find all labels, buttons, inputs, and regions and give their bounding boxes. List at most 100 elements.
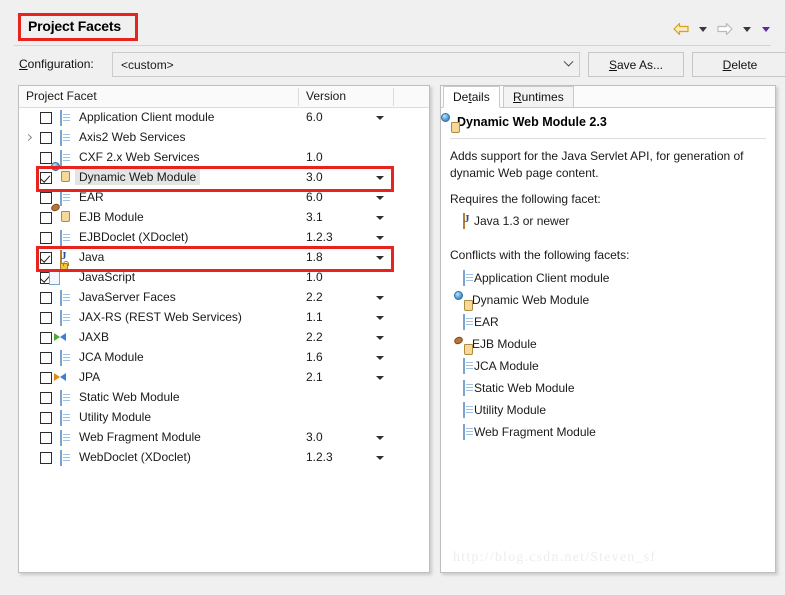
version-dropdown-icon[interactable] [376, 196, 384, 200]
table-row[interactable]: JCA Module 1.6 [19, 348, 429, 368]
facet-version[interactable]: 3.0 [306, 430, 323, 444]
facet-name[interactable]: EJBDoclet (XDoclet) [79, 230, 188, 244]
tab-runtimes[interactable]: Runtimes [503, 86, 574, 108]
facet-checkbox[interactable] [40, 112, 52, 124]
table-row[interactable]: JPA 2.1 [19, 368, 429, 388]
back-arrow-icon[interactable] [671, 20, 691, 38]
facet-checkbox[interactable] [40, 352, 52, 364]
facet-checkbox[interactable] [40, 292, 52, 304]
facet-checkbox[interactable] [40, 372, 52, 384]
table-row[interactable]: JAXB 2.2 [19, 328, 429, 348]
table-row[interactable]: JavaScript 1.0 [19, 261, 429, 288]
facet-version[interactable]: 3.1 [306, 210, 323, 224]
facet-name[interactable]: WebDoclet (XDoclet) [79, 450, 191, 464]
facet-name[interactable]: Web Fragment Module [79, 430, 201, 444]
facet-version[interactable]: 1.6 [306, 350, 323, 364]
facet-name[interactable]: Axis2 Web Services [79, 130, 185, 144]
document-icon [60, 230, 74, 246]
version-dropdown-icon[interactable] [376, 316, 384, 320]
facet-version[interactable]: 1.1 [306, 310, 323, 324]
configuration-select[interactable]: <custom> [112, 52, 580, 77]
table-row[interactable]: EJB Module 3.1 [19, 202, 429, 228]
table-row[interactable]: JavaServer Faces 2.2 [19, 288, 429, 308]
facet-version[interactable]: 6.0 [306, 190, 323, 204]
version-dropdown-icon[interactable] [376, 236, 384, 240]
chevron-down-icon[interactable] [557, 56, 579, 68]
table-row[interactable]: EAR 6.0 [19, 188, 429, 208]
version-dropdown-icon[interactable] [376, 216, 384, 220]
version-dropdown-icon[interactable] [376, 456, 384, 460]
forward-history-dropdown-icon[interactable] [740, 20, 754, 38]
save-as-button[interactable]: Save As... [588, 52, 684, 77]
facet-version[interactable]: 2.2 [306, 290, 323, 304]
expand-arrow-icon[interactable] [24, 133, 35, 143]
facet-version[interactable]: 1.0 [306, 270, 323, 284]
facet-name[interactable]: JCA Module [79, 350, 144, 364]
facet-name[interactable]: Static Web Module [79, 390, 180, 404]
version-dropdown-icon[interactable] [376, 176, 384, 180]
facet-checkbox[interactable] [40, 432, 52, 444]
table-row[interactable]: JAX-RS (REST Web Services) 1.1 [19, 308, 429, 328]
facet-checkbox[interactable] [40, 152, 52, 164]
version-dropdown-icon[interactable] [376, 116, 384, 120]
table-row[interactable]: Utility Module [19, 408, 429, 428]
facet-name[interactable]: Dynamic Web Module [75, 169, 201, 185]
facet-version[interactable]: 2.1 [306, 370, 323, 384]
version-dropdown-icon[interactable] [376, 376, 384, 380]
table-row[interactable]: WebDoclet (XDoclet) 1.2.3 [19, 448, 429, 468]
facet-name[interactable]: JAX-RS (REST Web Services) [79, 310, 242, 324]
table-row[interactable]: Application Client module 6.0 [19, 108, 429, 128]
forward-arrow-icon[interactable] [715, 20, 735, 38]
document-icon [60, 130, 74, 146]
table-row[interactable]: EJBDoclet (XDoclet) 1.2.3 [19, 228, 429, 248]
facet-checkbox[interactable] [40, 452, 52, 464]
facet-version[interactable]: 1.8 [306, 250, 323, 264]
back-history-dropdown-icon[interactable] [696, 20, 710, 38]
version-dropdown-icon[interactable] [376, 256, 384, 260]
version-dropdown-icon[interactable] [376, 356, 384, 360]
facet-name[interactable]: JAXB [79, 330, 109, 344]
facet-checkbox[interactable] [40, 192, 52, 204]
table-row[interactable]: CXF 2.x Web Services 1.0 [19, 148, 429, 168]
facet-checkbox[interactable] [40, 412, 52, 424]
facet-name[interactable]: CXF 2.x Web Services [79, 150, 199, 164]
table-row[interactable]: Static Web Module [19, 388, 429, 408]
facet-name[interactable]: Utility Module [79, 410, 151, 424]
view-menu-dropdown-icon[interactable] [759, 20, 773, 38]
table-row[interactable]: Java 1.8 [19, 248, 429, 268]
facet-name[interactable]: JavaScript [79, 270, 135, 284]
facet-name[interactable]: JPA [79, 370, 100, 384]
table-row[interactable]: Dynamic Web Module 3.0 [19, 162, 429, 188]
tab-details[interactable]: Details [443, 86, 500, 108]
facet-name[interactable]: EAR [79, 190, 104, 204]
column-header-project-facet[interactable]: Project Facet [26, 89, 97, 103]
facet-version[interactable]: 1.2.3 [306, 450, 333, 464]
facet-version[interactable]: 6.0 [306, 110, 323, 124]
facet-version[interactable]: 3.0 [306, 170, 323, 184]
version-dropdown-icon[interactable] [376, 336, 384, 340]
facet-checkbox[interactable] [40, 312, 52, 324]
facet-checkbox[interactable] [40, 212, 52, 224]
table-row[interactable]: Web Fragment Module 3.0 [19, 428, 429, 448]
facet-version[interactable]: 1.2.3 [306, 230, 333, 244]
facet-name[interactable]: JavaServer Faces [79, 290, 176, 304]
version-dropdown-icon[interactable] [376, 436, 384, 440]
column-divider[interactable] [298, 88, 299, 106]
facet-checkbox[interactable] [40, 252, 52, 264]
table-row[interactable]: Axis2 Web Services [19, 128, 429, 148]
column-divider[interactable] [393, 88, 394, 106]
facet-name[interactable]: EJB Module [79, 210, 144, 224]
facet-checkbox[interactable] [40, 232, 52, 244]
facet-name[interactable]: Application Client module [79, 110, 214, 124]
version-dropdown-icon[interactable] [376, 296, 384, 300]
column-header-version[interactable]: Version [306, 89, 346, 103]
conflicting-facet-item: Static Web Module [463, 380, 575, 396]
facet-checkbox[interactable] [40, 332, 52, 344]
facet-checkbox[interactable] [40, 172, 52, 184]
facet-checkbox[interactable] [40, 132, 52, 144]
delete-button[interactable]: Delete [692, 52, 785, 77]
facet-version[interactable]: 1.0 [306, 150, 323, 164]
facet-checkbox[interactable] [40, 392, 52, 404]
facet-version[interactable]: 2.2 [306, 330, 323, 344]
facet-name[interactable]: Java [79, 250, 104, 264]
